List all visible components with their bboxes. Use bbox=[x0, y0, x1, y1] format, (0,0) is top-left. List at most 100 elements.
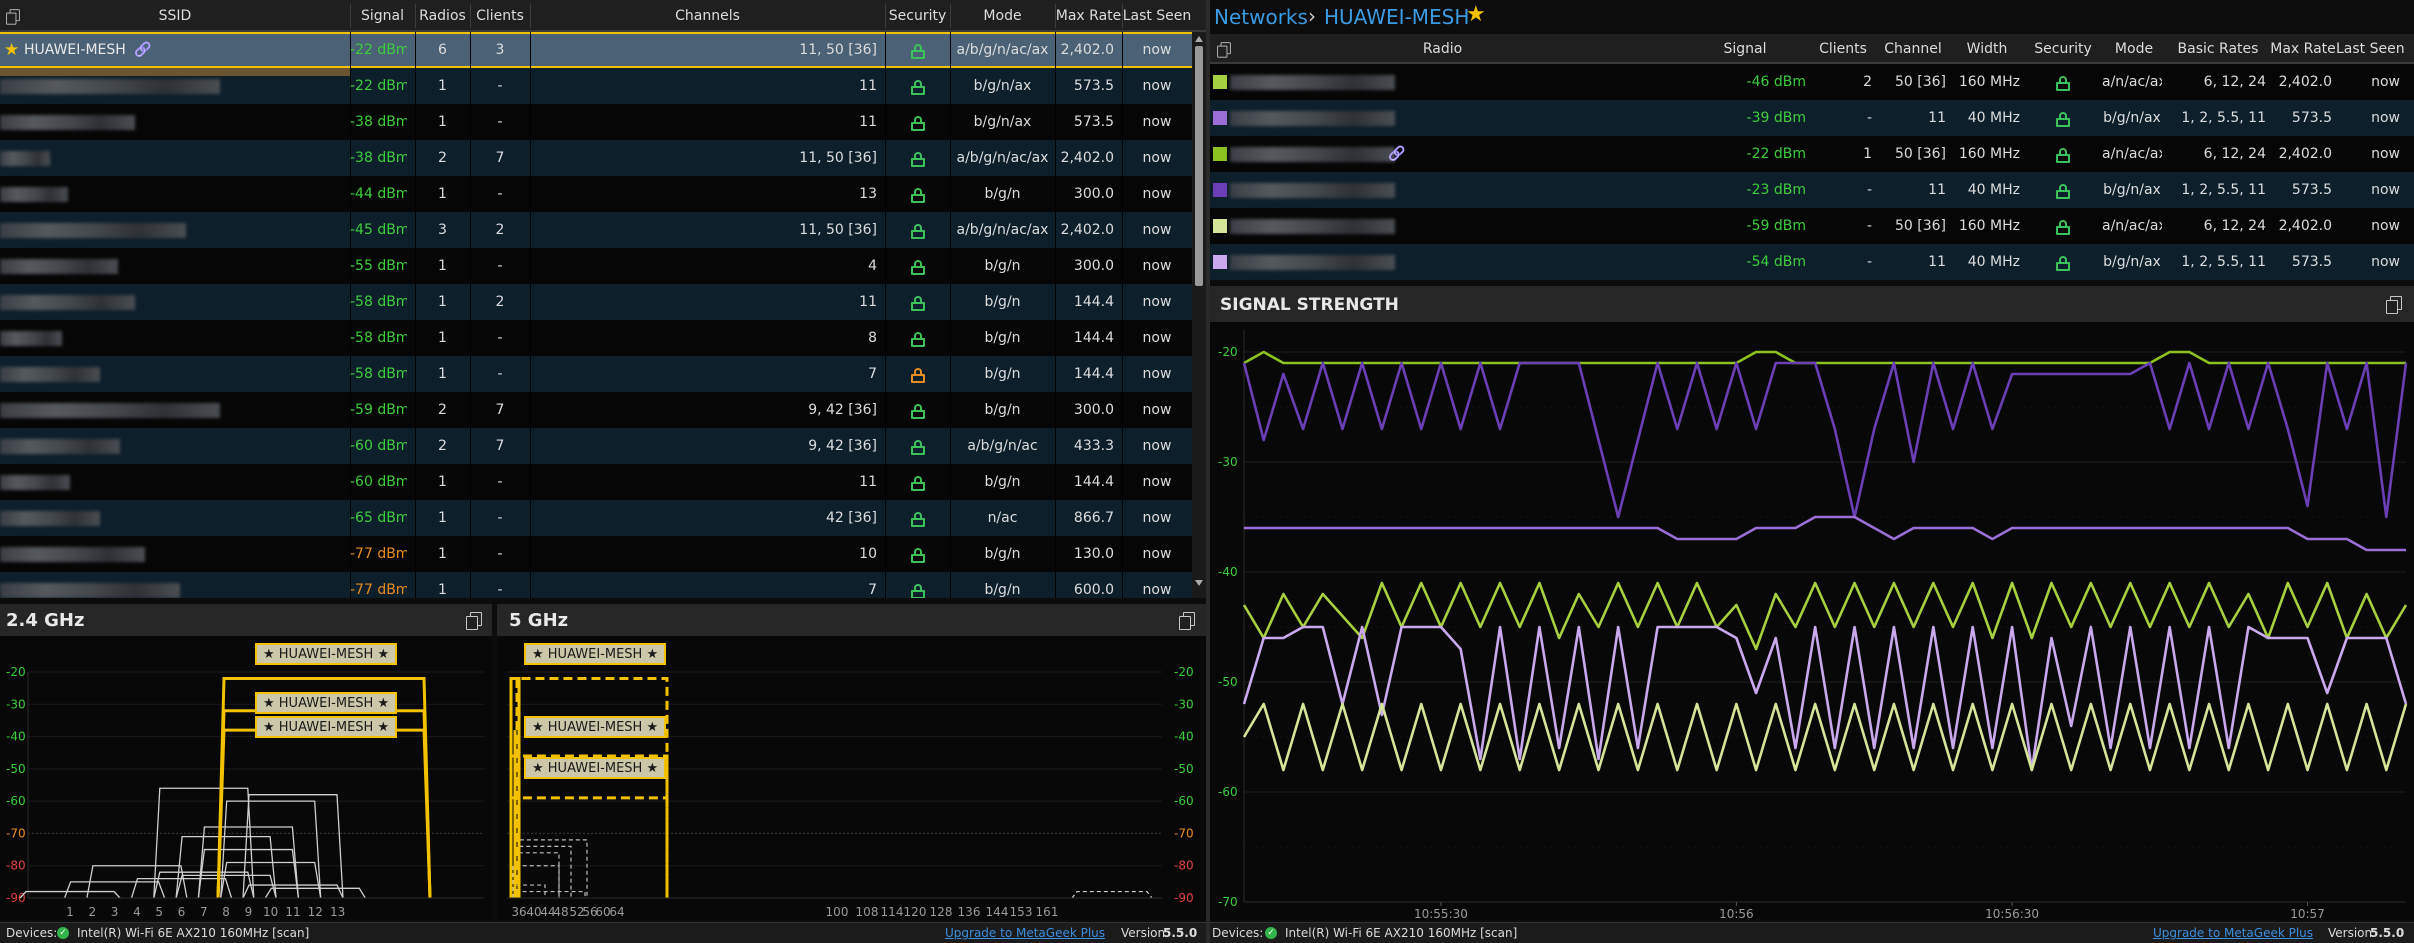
table-row[interactable]: -44 dBm 1 - 13 b/g/n 300.0 now bbox=[0, 176, 1192, 212]
column-header[interactable]: Signal bbox=[1680, 34, 1810, 64]
column-header[interactable]: Channels bbox=[530, 0, 885, 32]
column-header[interactable]: Basic Rates bbox=[2166, 34, 2270, 64]
column-divider[interactable] bbox=[470, 4, 471, 28]
scroll-up-arrow-icon[interactable] bbox=[1195, 36, 1203, 42]
column-divider[interactable] bbox=[415, 4, 416, 28]
column-header[interactable]: Security bbox=[885, 0, 950, 32]
breadcrumb-networks-link[interactable]: Networks bbox=[1214, 6, 1308, 28]
column-header[interactable]: Mode bbox=[2102, 34, 2166, 64]
network-channel-shape[interactable] bbox=[153, 787, 255, 899]
table-row[interactable]: ★ HUAWEI-MESH 🔗 -22 dBm 6 3 11, 50 [36] a/b/g/n… bbox=[0, 32, 1192, 68]
x-tick-label: 2 bbox=[88, 905, 96, 919]
column-header[interactable]: Max Rate bbox=[2270, 34, 2336, 64]
table-row[interactable]: -46 dBm 2 50 [36] 160 MHz a/n/ac/ax 6, 12, 24… bbox=[1210, 64, 2414, 100]
column-header[interactable]: SSID bbox=[0, 0, 350, 32]
table-row[interactable]: -54 dBm - 11 40 MHz b/g/n/ax 1, 2, 5.5, 11 573… bbox=[1210, 244, 2414, 280]
network-channel-shape[interactable] bbox=[63, 881, 166, 899]
network-tag[interactable]: ★ HUAWEI-MESH ★ bbox=[524, 716, 667, 738]
device-name[interactable]: Intel(R) Wi-Fi 6E AX210 160MHz [scan] bbox=[77, 926, 309, 941]
network-tag[interactable]: ★ HUAWEI-MESH ★ bbox=[255, 716, 398, 738]
table-row[interactable]: -45 dBm 3 2 11, 50 [36] a/b/g/n/ac/ax 2,402.0… bbox=[0, 212, 1192, 248]
signal-series-line[interactable] bbox=[1242, 361, 2408, 519]
copy-icon[interactable] bbox=[466, 612, 482, 630]
column-header[interactable]: Last Seen bbox=[1122, 0, 1192, 32]
table-row[interactable]: -58 dBm 1 - 7 b/g/n 144.4 now bbox=[0, 356, 1192, 392]
network-tag[interactable]: ★ HUAWEI-MESH ★ bbox=[255, 692, 398, 714]
y-tick-label: -40 bbox=[6, 730, 26, 744]
series-color-swatch bbox=[1213, 219, 1227, 233]
scrollbar-thumb[interactable] bbox=[1195, 46, 1203, 286]
table-row[interactable]: -77 dBm 1 - 7 b/g/n 600.0 now bbox=[0, 572, 1192, 598]
favorite-star-icon[interactable]: ★ bbox=[4, 32, 19, 68]
table-row[interactable]: -59 dBm 2 7 9, 42 [36] b/g/n 300.0 now bbox=[0, 392, 1192, 428]
column-header[interactable]: Clients bbox=[470, 0, 530, 32]
column-divider[interactable] bbox=[350, 4, 351, 28]
column-header[interactable]: Mode bbox=[950, 0, 1055, 32]
column-header[interactable]: Security bbox=[2024, 34, 2102, 64]
network-channel-shape[interactable] bbox=[514, 839, 588, 898]
network-channel-shape[interactable] bbox=[514, 845, 572, 898]
copy-icon[interactable] bbox=[2386, 296, 2402, 314]
network-channel-shape[interactable] bbox=[264, 887, 366, 899]
column-header[interactable]: Width bbox=[1950, 34, 2024, 64]
y-tick-label: -90 bbox=[6, 891, 26, 905]
copy-icon[interactable] bbox=[1179, 612, 1195, 630]
column-header[interactable]: Radio bbox=[1335, 34, 1550, 64]
column-header[interactable]: Last Seen bbox=[2336, 34, 2404, 64]
copy-icon[interactable] bbox=[1217, 42, 1231, 58]
cell-last_seen: now bbox=[1142, 474, 1172, 490]
table-row[interactable]: -55 dBm 1 - 4 b/g/n 300.0 now bbox=[0, 248, 1192, 284]
table-row[interactable]: -22 dBm 1 - 11 b/g/n/ax 573.5 now bbox=[0, 68, 1192, 104]
column-header[interactable]: Radios bbox=[415, 0, 470, 32]
y-tick-label: -40 bbox=[1174, 730, 1194, 744]
column-divider[interactable] bbox=[1055, 4, 1056, 28]
table-row[interactable]: -58 dBm 1 2 11 b/g/n 144.4 now bbox=[0, 284, 1192, 320]
column-header[interactable]: Clients bbox=[1810, 34, 1876, 64]
table-row[interactable]: -58 dBm 1 - 8 b/g/n 144.4 now bbox=[0, 320, 1192, 356]
cell-last_seen: now bbox=[2371, 74, 2400, 90]
column-divider[interactable] bbox=[950, 4, 951, 28]
column-header[interactable]: Signal bbox=[350, 0, 415, 32]
signal-series-line[interactable] bbox=[1242, 581, 2408, 651]
vertical-scrollbar[interactable] bbox=[1192, 32, 1206, 598]
scroll-down-arrow-icon[interactable] bbox=[1195, 580, 1203, 586]
cell-signal: -38 dBm bbox=[350, 150, 407, 166]
column-divider[interactable] bbox=[530, 4, 531, 28]
upgrade-link[interactable]: Upgrade to MetaGeek Plus bbox=[2153, 926, 2313, 941]
table-row[interactable]: -59 dBm - 50 [36] 160 MHz a/n/ac/ax 6, 12, 24… bbox=[1210, 208, 2414, 244]
network-channel-shape[interactable] bbox=[514, 890, 586, 898]
device-name[interactable]: Intel(R) Wi-Fi 6E AX210 160MHz [scan] bbox=[1285, 926, 1517, 941]
column-header[interactable]: Channel bbox=[1876, 34, 1950, 64]
table-row[interactable]: -38 dBm 2 7 11, 50 [36] a/b/g/n/ac/ax 2,402.0… bbox=[0, 140, 1192, 176]
huawei-mesh-channel-shape[interactable] bbox=[509, 796, 669, 898]
network-tag[interactable]: ★ HUAWEI-MESH ★ bbox=[524, 643, 667, 665]
table-row[interactable]: -38 dBm 1 - 11 b/g/n/ax 573.5 now bbox=[0, 104, 1192, 140]
table-row[interactable]: -39 dBm - 11 40 MHz b/g/n/ax 1, 2, 5.5, 11 573… bbox=[1210, 100, 2414, 136]
signal-series-line[interactable] bbox=[1244, 515, 2406, 552]
column-header[interactable]: Max Rate bbox=[1055, 0, 1122, 32]
table-row[interactable]: -60 dBm 1 - 11 b/g/n 144.4 now bbox=[0, 464, 1192, 500]
table-row[interactable]: -23 dBm - 11 40 MHz b/g/n/ax 1, 2, 5.5, 11 573… bbox=[1210, 172, 2414, 208]
column-divider[interactable] bbox=[1122, 4, 1123, 28]
table-row[interactable]: -77 dBm 1 - 10 b/g/n 130.0 now bbox=[0, 536, 1192, 572]
series-color-swatch bbox=[1213, 183, 1227, 197]
signal-series-line[interactable] bbox=[1242, 625, 2408, 772]
network-tag[interactable]: ★ HUAWEI-MESH ★ bbox=[255, 643, 398, 665]
signal-series-line[interactable] bbox=[1243, 350, 2406, 365]
table-row[interactable]: -65 dBm 1 - 42 [36] n/ac 866.7 now bbox=[0, 500, 1192, 536]
favorite-star-icon[interactable]: ★ bbox=[1466, 3, 1486, 27]
table-row[interactable]: -60 dBm 2 7 9, 42 [36] a/b/g/n/ac 433.3 now bbox=[0, 428, 1192, 464]
column-divider[interactable] bbox=[885, 4, 886, 28]
upgrade-link[interactable]: Upgrade to MetaGeek Plus bbox=[945, 926, 1105, 941]
network-channel-shape[interactable] bbox=[242, 884, 344, 899]
huawei-mesh-channel-shape[interactable] bbox=[515, 676, 669, 898]
network-channel-shape[interactable] bbox=[1071, 890, 1153, 899]
network-channel-shape[interactable] bbox=[19, 890, 121, 899]
huawei-mesh-channel-shape[interactable] bbox=[216, 709, 432, 899]
network-channel-shape[interactable] bbox=[220, 861, 322, 899]
network-channel-shape[interactable] bbox=[242, 794, 344, 899]
network-tag[interactable]: ★ HUAWEI-MESH ★ bbox=[524, 757, 667, 779]
lock-icon bbox=[910, 440, 925, 455]
table-row[interactable]: 🔗 -22 dBm 1 50 [36] 160 MHz a/n/ac/ax 6, 12, 2… bbox=[1210, 136, 2414, 172]
x-tick-label: 36 bbox=[511, 905, 526, 919]
